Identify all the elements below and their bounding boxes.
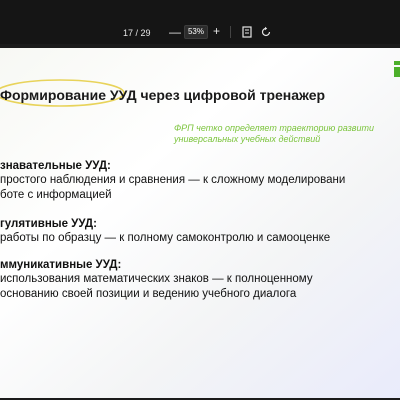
section-text-line: простого наблюдения и сравнения — к слож… <box>0 174 346 186</box>
logo-mark-icon <box>394 61 400 77</box>
section-cognitive: знавательные УУД: простого наблюдения и … <box>0 159 345 203</box>
section-text-line: работы по образцу — к полному самоконтро… <box>0 232 331 244</box>
zoom-out-button[interactable]: — <box>169 26 181 38</box>
subtitle-line: ФРП четко определяет траекторию развити <box>174 123 374 133</box>
section-text-line: основанию своей позиции и ведению учебно… <box>0 288 297 300</box>
section-text-line: использования математических знаков — к … <box>0 273 313 285</box>
toolbar-divider <box>230 26 231 38</box>
zoom-in-button[interactable]: + <box>213 25 220 37</box>
page-counter[interactable]: 17 / 29 <box>123 27 151 39</box>
zoom-level-field[interactable]: 53% <box>184 25 208 39</box>
section-heading: гулятивные УУД: <box>0 218 97 230</box>
subtitle-line: универсальных учебных действий <box>174 134 321 144</box>
section-heading: ммуникативные УУД: <box>0 259 122 271</box>
slide-title: Формирование УУД через цифровой тренажер <box>0 87 326 103</box>
rotate-icon[interactable] <box>260 26 272 41</box>
section-text-line: боте с информацией <box>0 189 112 201</box>
section-heading: знавательные УУД: <box>0 160 111 172</box>
presentation-slide: Формирование УУД через цифровой тренажер… <box>0 48 400 398</box>
fit-page-icon[interactable] <box>242 26 252 41</box>
slide-subtitle: ФРП четко определяет траекторию развити … <box>174 123 374 145</box>
pdf-toolbar: 17 / 29 — 53% + <box>0 0 400 44</box>
section-communicative: ммуникативные УУД: использования математ… <box>0 258 313 302</box>
section-regulatory: гулятивные УУД: работы по образцу — к по… <box>0 217 330 246</box>
